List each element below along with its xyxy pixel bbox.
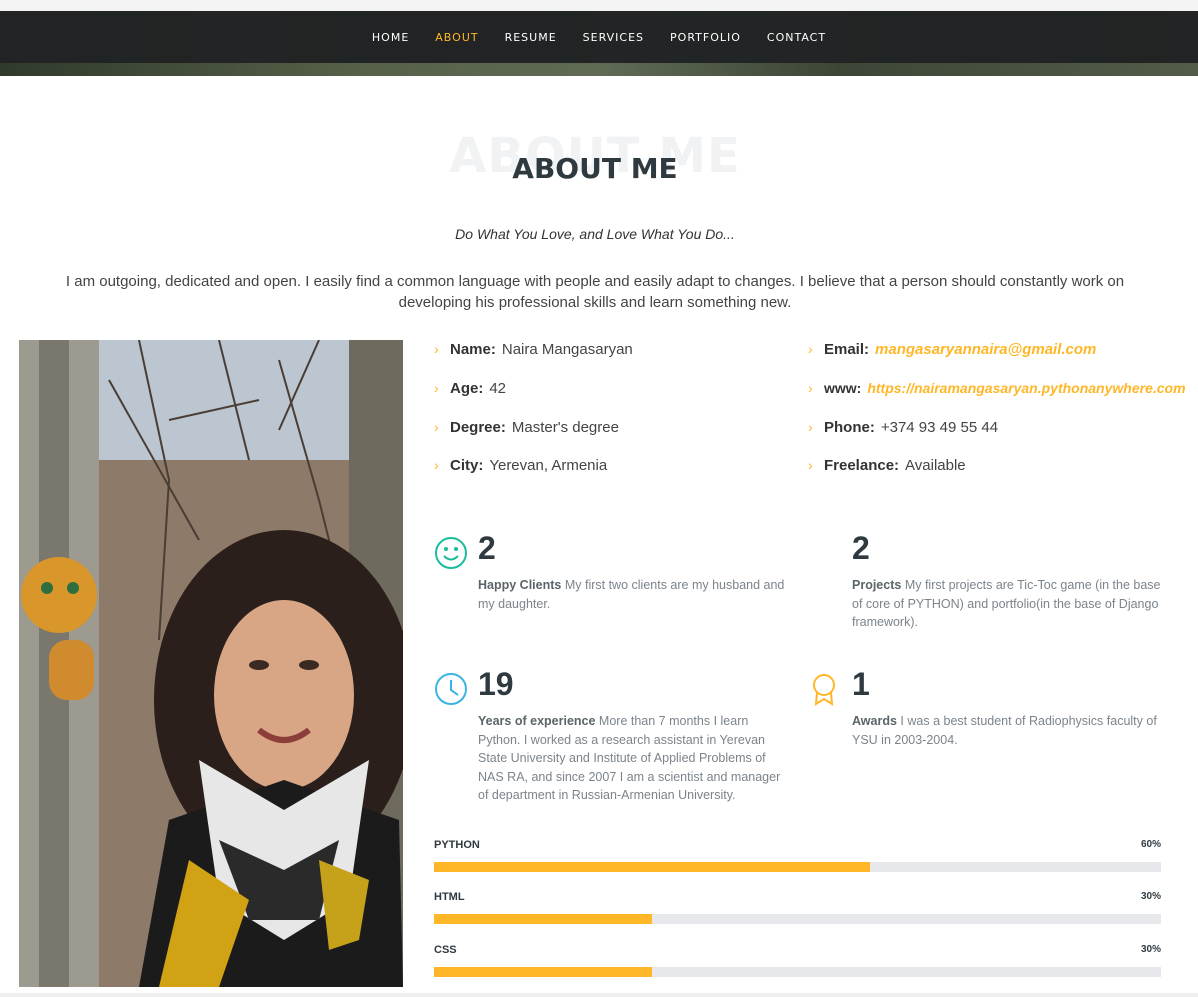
- count-description: Projects My first projects are Tic-Toc g…: [852, 576, 1162, 632]
- info-degree: › Degree: Master's degree: [434, 419, 619, 436]
- info-city: › City: Yerevan, Armenia: [434, 457, 607, 474]
- count-number: 19: [478, 666, 514, 702]
- count-description: Years of experience More than 7 months I…: [478, 712, 788, 805]
- award-icon: [813, 674, 835, 706]
- count-text: I was a best student of Radiophysics fac…: [852, 714, 1157, 747]
- skill-progress-track: [434, 914, 1161, 924]
- nav-resume[interactable]: RESUME: [505, 31, 557, 44]
- count-title: Awards: [852, 714, 897, 728]
- count-title: Projects: [852, 578, 902, 592]
- info-name: › Name: Naira Mangasaryan: [434, 341, 633, 358]
- info-age: › Age: 42: [434, 380, 506, 397]
- info-label: Phone:: [824, 419, 875, 436]
- count-number: 1: [852, 666, 870, 702]
- chevron-right-icon: ›: [434, 380, 439, 396]
- count-description: Awards I was a best student of Radiophys…: [852, 712, 1162, 749]
- skill-progress-fill: [434, 862, 871, 872]
- smile-icon: [435, 537, 467, 569]
- count-description: Happy Clients My first two clients are m…: [478, 576, 788, 613]
- count-number: 2: [852, 530, 870, 566]
- info-email: › Email: mangasaryannaira@gmail.com: [808, 341, 1096, 358]
- skill-progress-fill: [434, 967, 653, 977]
- chevron-right-icon: ›: [808, 341, 813, 357]
- info-label: Age:: [450, 380, 484, 397]
- count-number: 2: [478, 530, 496, 566]
- count-title: Happy Clients: [478, 578, 562, 592]
- chevron-right-icon: ›: [434, 457, 439, 473]
- info-value: Available: [905, 457, 966, 474]
- skill-percent: 30%: [1140, 891, 1161, 902]
- info-label: www:: [824, 380, 862, 396]
- info-label: Email:: [824, 341, 870, 358]
- info-freelance: › Freelance: Available: [808, 457, 966, 474]
- info-www: › www: https://nairamangasaryan.pythonanyw…: [808, 380, 1186, 396]
- nav-portfolio[interactable]: PORTFOLIO: [670, 31, 741, 44]
- clock-icon: [435, 673, 467, 705]
- section-intro: I am outgoing, dedicated and open. I eas…: [65, 273, 1125, 311]
- count-title: Years of experience: [478, 714, 596, 728]
- skill-percent: 30%: [1140, 944, 1161, 955]
- website-link[interactable]: https://nairamangasaryan.pythonanywhere.…: [867, 380, 1185, 396]
- info-phone: › Phone: +374 93 49 55 44: [808, 419, 998, 436]
- main-navbar: HOME ABOUT RESUME SERVICES PORTFOLIO CON…: [0, 11, 1198, 63]
- info-value: Yerevan, Armenia: [489, 457, 608, 474]
- skill-progress-track: [434, 862, 1161, 872]
- skill-label: PYTHON: [434, 839, 480, 851]
- hero-bottom-strip: [0, 63, 1198, 76]
- chevron-right-icon: ›: [808, 380, 813, 396]
- chevron-right-icon: ›: [808, 419, 813, 435]
- section-bottom-divider: [0, 993, 1198, 997]
- nav-home[interactable]: HOME: [372, 31, 409, 44]
- nav-contact[interactable]: CONTACT: [767, 31, 826, 44]
- email-link[interactable]: mangasaryannaira@gmail.com: [875, 341, 1096, 358]
- profile-photo: [19, 340, 403, 987]
- section-title: ABOUT ME: [512, 152, 678, 185]
- info-label: Name:: [450, 341, 496, 358]
- chevron-right-icon: ›: [434, 341, 439, 357]
- skill-label: HTML: [434, 891, 465, 903]
- info-value: +374 93 49 55 44: [880, 419, 999, 436]
- skill-percent: 60%: [1140, 839, 1161, 850]
- hero-top-edge: [0, 0, 1198, 11]
- info-label: City:: [450, 457, 484, 474]
- nav-services[interactable]: SERVICES: [583, 31, 644, 44]
- info-label: Freelance:: [824, 457, 900, 474]
- skill-label: CSS: [434, 944, 457, 956]
- chevron-right-icon: ›: [808, 457, 813, 473]
- skill-progress-track: [434, 967, 1161, 977]
- chevron-right-icon: ›: [434, 419, 439, 435]
- info-value: Master's degree: [511, 419, 619, 436]
- section-tagline: Do What You Love, and Love What You Do..…: [455, 226, 735, 242]
- info-label: Degree:: [450, 419, 506, 436]
- skill-progress-fill: [434, 914, 653, 924]
- nav-about[interactable]: ABOUT: [435, 31, 478, 44]
- info-value: 42: [489, 380, 507, 397]
- info-value: Naira Mangasaryan: [501, 341, 633, 358]
